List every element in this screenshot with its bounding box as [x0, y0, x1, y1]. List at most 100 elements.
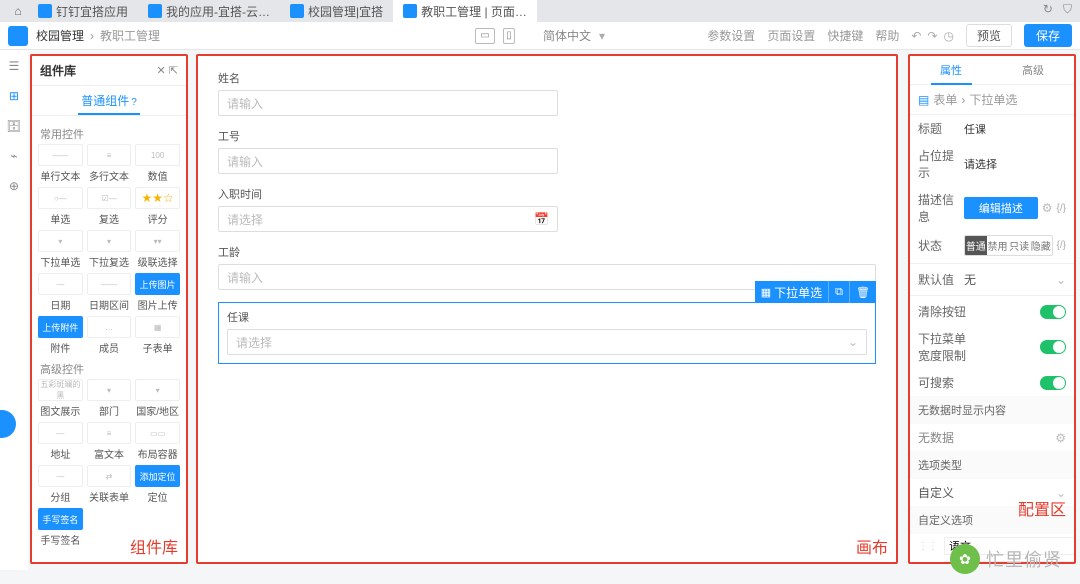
config-placeholder-label: 占位提示 — [918, 147, 964, 181]
config-placeholder-input[interactable] — [964, 158, 1076, 170]
gear-icon[interactable]: ⚙ — [1055, 431, 1066, 445]
toolbar-link-3[interactable]: 帮助 — [875, 27, 899, 44]
rail-data-icon[interactable]: 🗄 — [6, 118, 22, 134]
component-item[interactable]: ▾下拉单选 — [38, 230, 83, 269]
edit-desc-button[interactable]: 编辑描述 — [964, 197, 1038, 219]
text-input[interactable]: 请输入 — [218, 90, 558, 116]
form-field[interactable]: 入职时间请选择📅 — [218, 186, 876, 232]
toolbar-link-0[interactable]: 参数设置 — [707, 27, 755, 44]
rail-code-icon[interactable]: ⌁ — [6, 148, 22, 164]
browser-tabs: ⌂ 钉钉宜搭应用 我的应用-宜搭-云… 校园管理|宜搭 教职工管理 | 页面… … — [0, 0, 1080, 22]
status-segmented[interactable]: 普通 禁用 只读 隐藏 — [964, 235, 1053, 256]
config-title-label: 标题 — [918, 120, 964, 137]
pin-icon[interactable]: ✕ ⇱ — [157, 64, 179, 77]
tab-3[interactable]: 教职工管理 | 页面… — [393, 0, 537, 22]
component-item[interactable]: 上传图片图片上传 — [135, 273, 180, 312]
field-type-badge[interactable]: ▦ 下拉单选 — [755, 281, 828, 303]
redo-icon[interactable]: ↷ — [927, 29, 937, 43]
date-input[interactable]: 请选择📅 — [218, 206, 558, 232]
toggle-clear[interactable] — [1040, 305, 1066, 319]
toolbar: 校园管理 › 教职工管理 ▭ ▯ 简体中文 ▾ 参数设置 页面设置 快捷键 帮助… — [0, 22, 1080, 50]
config-tab-style[interactable]: 高级 — [992, 56, 1074, 84]
toolbar-link-1[interactable]: 页面设置 — [767, 27, 815, 44]
selected-field[interactable]: ▦ 下拉单选 ⧉ 🗑 任课 请选择 ⌄ — [218, 302, 876, 364]
component-item[interactable]: —分组 — [38, 465, 83, 504]
tab-1[interactable]: 我的应用-宜搭-云… — [138, 0, 280, 22]
delete-icon[interactable]: 🗑 — [849, 281, 876, 303]
component-item[interactable]: ★★☆评分 — [135, 187, 180, 226]
component-item[interactable]: ▾国家/地区 — [135, 379, 180, 418]
extension-icon[interactable]: ⛉ — [1063, 2, 1072, 17]
rail-globe-icon[interactable]: ⊕ — [6, 178, 22, 194]
preview-button[interactable]: 预览 — [966, 24, 1012, 47]
copy-icon[interactable]: ⧉ — [828, 281, 849, 303]
component-tab[interactable]: 普通组件? — [32, 86, 186, 116]
toggle-search[interactable] — [1040, 376, 1066, 390]
component-item[interactable]: —地址 — [38, 422, 83, 461]
component-label: 富文本 — [87, 446, 132, 461]
component-item[interactable]: ▦子表单 — [135, 316, 180, 355]
component-item[interactable]: 五彩斑斓的黑图文展示 — [38, 379, 83, 418]
component-item[interactable]: ☑—复选 — [87, 187, 132, 226]
component-item[interactable]: ≡多行文本 — [87, 144, 132, 183]
selected-field-input[interactable]: 请选择 ⌄ — [227, 329, 867, 355]
component-item[interactable]: …成员 — [87, 316, 132, 355]
component-thumb: 上传附件 — [38, 316, 83, 338]
history-icon[interactable]: ◷ — [943, 29, 953, 43]
config-title-input[interactable] — [964, 123, 1076, 135]
component-item[interactable]: 100数值 — [135, 144, 180, 183]
toggle-width[interactable] — [1040, 340, 1066, 354]
component-thumb: ≡ — [87, 144, 132, 166]
empty-section-title: 无数据时显示内容 — [910, 396, 1074, 424]
component-item[interactable]: ——单行文本 — [38, 144, 83, 183]
empty-text-input[interactable]: 无数据 — [918, 429, 954, 446]
desktop-icon[interactable]: ▭ — [475, 28, 495, 44]
gear-icon[interactable]: ⚙ — [1042, 201, 1053, 215]
component-item[interactable]: ——日期区间 — [87, 273, 132, 312]
component-item[interactable]: ≡富文本 — [87, 422, 132, 461]
tab-2[interactable]: 校园管理|宜搭 — [280, 0, 393, 22]
component-item[interactable]: 添加定位定位 — [135, 465, 180, 504]
component-item[interactable]: ▾▾级联选择 — [135, 230, 180, 269]
form-field[interactable]: 工号请输入 — [218, 128, 876, 174]
component-item[interactable]: 手写签名手写签名 — [38, 508, 83, 547]
save-button[interactable]: 保存 — [1024, 24, 1072, 47]
form-field[interactable]: 姓名请输入 — [218, 70, 876, 116]
component-item[interactable]: ▭▭布局容器 — [135, 422, 180, 461]
rail-outline-icon[interactable]: ☰ — [6, 58, 22, 74]
rail-components-icon[interactable]: ⊞ — [6, 88, 22, 104]
toolbar-link-2[interactable]: 快捷键 — [827, 27, 863, 44]
breadcrumb-root[interactable]: 校园管理 — [36, 27, 84, 44]
config-tab-props[interactable]: 属性 — [910, 56, 992, 84]
chevron-down-icon: ⌄ — [848, 335, 858, 349]
component-label: 分组 — [38, 489, 83, 504]
field-label: 工号 — [218, 128, 876, 144]
drag-handle-icon[interactable]: ⋮⋮ — [918, 541, 938, 552]
chevron-down-icon: ▾ — [599, 29, 605, 43]
tab-icon — [148, 4, 162, 18]
fx-icon[interactable]: {/} — [1057, 203, 1066, 214]
home-icon[interactable]: ⌂ — [8, 1, 28, 21]
undo-icon[interactable]: ↶ — [911, 29, 921, 43]
component-item[interactable]: 上传附件附件 — [38, 316, 83, 355]
text-input[interactable]: 请输入 — [218, 148, 558, 174]
component-label: 级联选择 — [135, 254, 180, 269]
help-icon[interactable]: ? — [131, 97, 137, 108]
component-item[interactable]: —日期 — [38, 273, 83, 312]
tab-0[interactable]: 钉钉宜搭应用 — [28, 0, 138, 22]
component-item[interactable]: ▾下拉复选 — [87, 230, 132, 269]
component-label: 布局容器 — [135, 446, 180, 461]
mobile-icon[interactable]: ▯ — [503, 28, 515, 44]
component-section-title: 常用控件 — [38, 120, 180, 144]
component-item[interactable]: ▾部门 — [87, 379, 132, 418]
refresh-icon[interactable]: ↻ — [1043, 2, 1053, 17]
component-item[interactable]: ○—单选 — [38, 187, 83, 226]
fx-icon[interactable]: {/} — [1057, 240, 1066, 251]
component-label: 下拉复选 — [87, 254, 132, 269]
component-label: 单行文本 — [38, 168, 83, 183]
component-item[interactable]: ⇄关联表单 — [87, 465, 132, 504]
config-default-select[interactable]: 无⌄ — [964, 271, 1066, 288]
component-library-title: 组件库 — [40, 62, 76, 79]
language-select[interactable]: 简体中文 — [543, 27, 591, 44]
toggle-label: 可搜索 — [918, 374, 1040, 391]
